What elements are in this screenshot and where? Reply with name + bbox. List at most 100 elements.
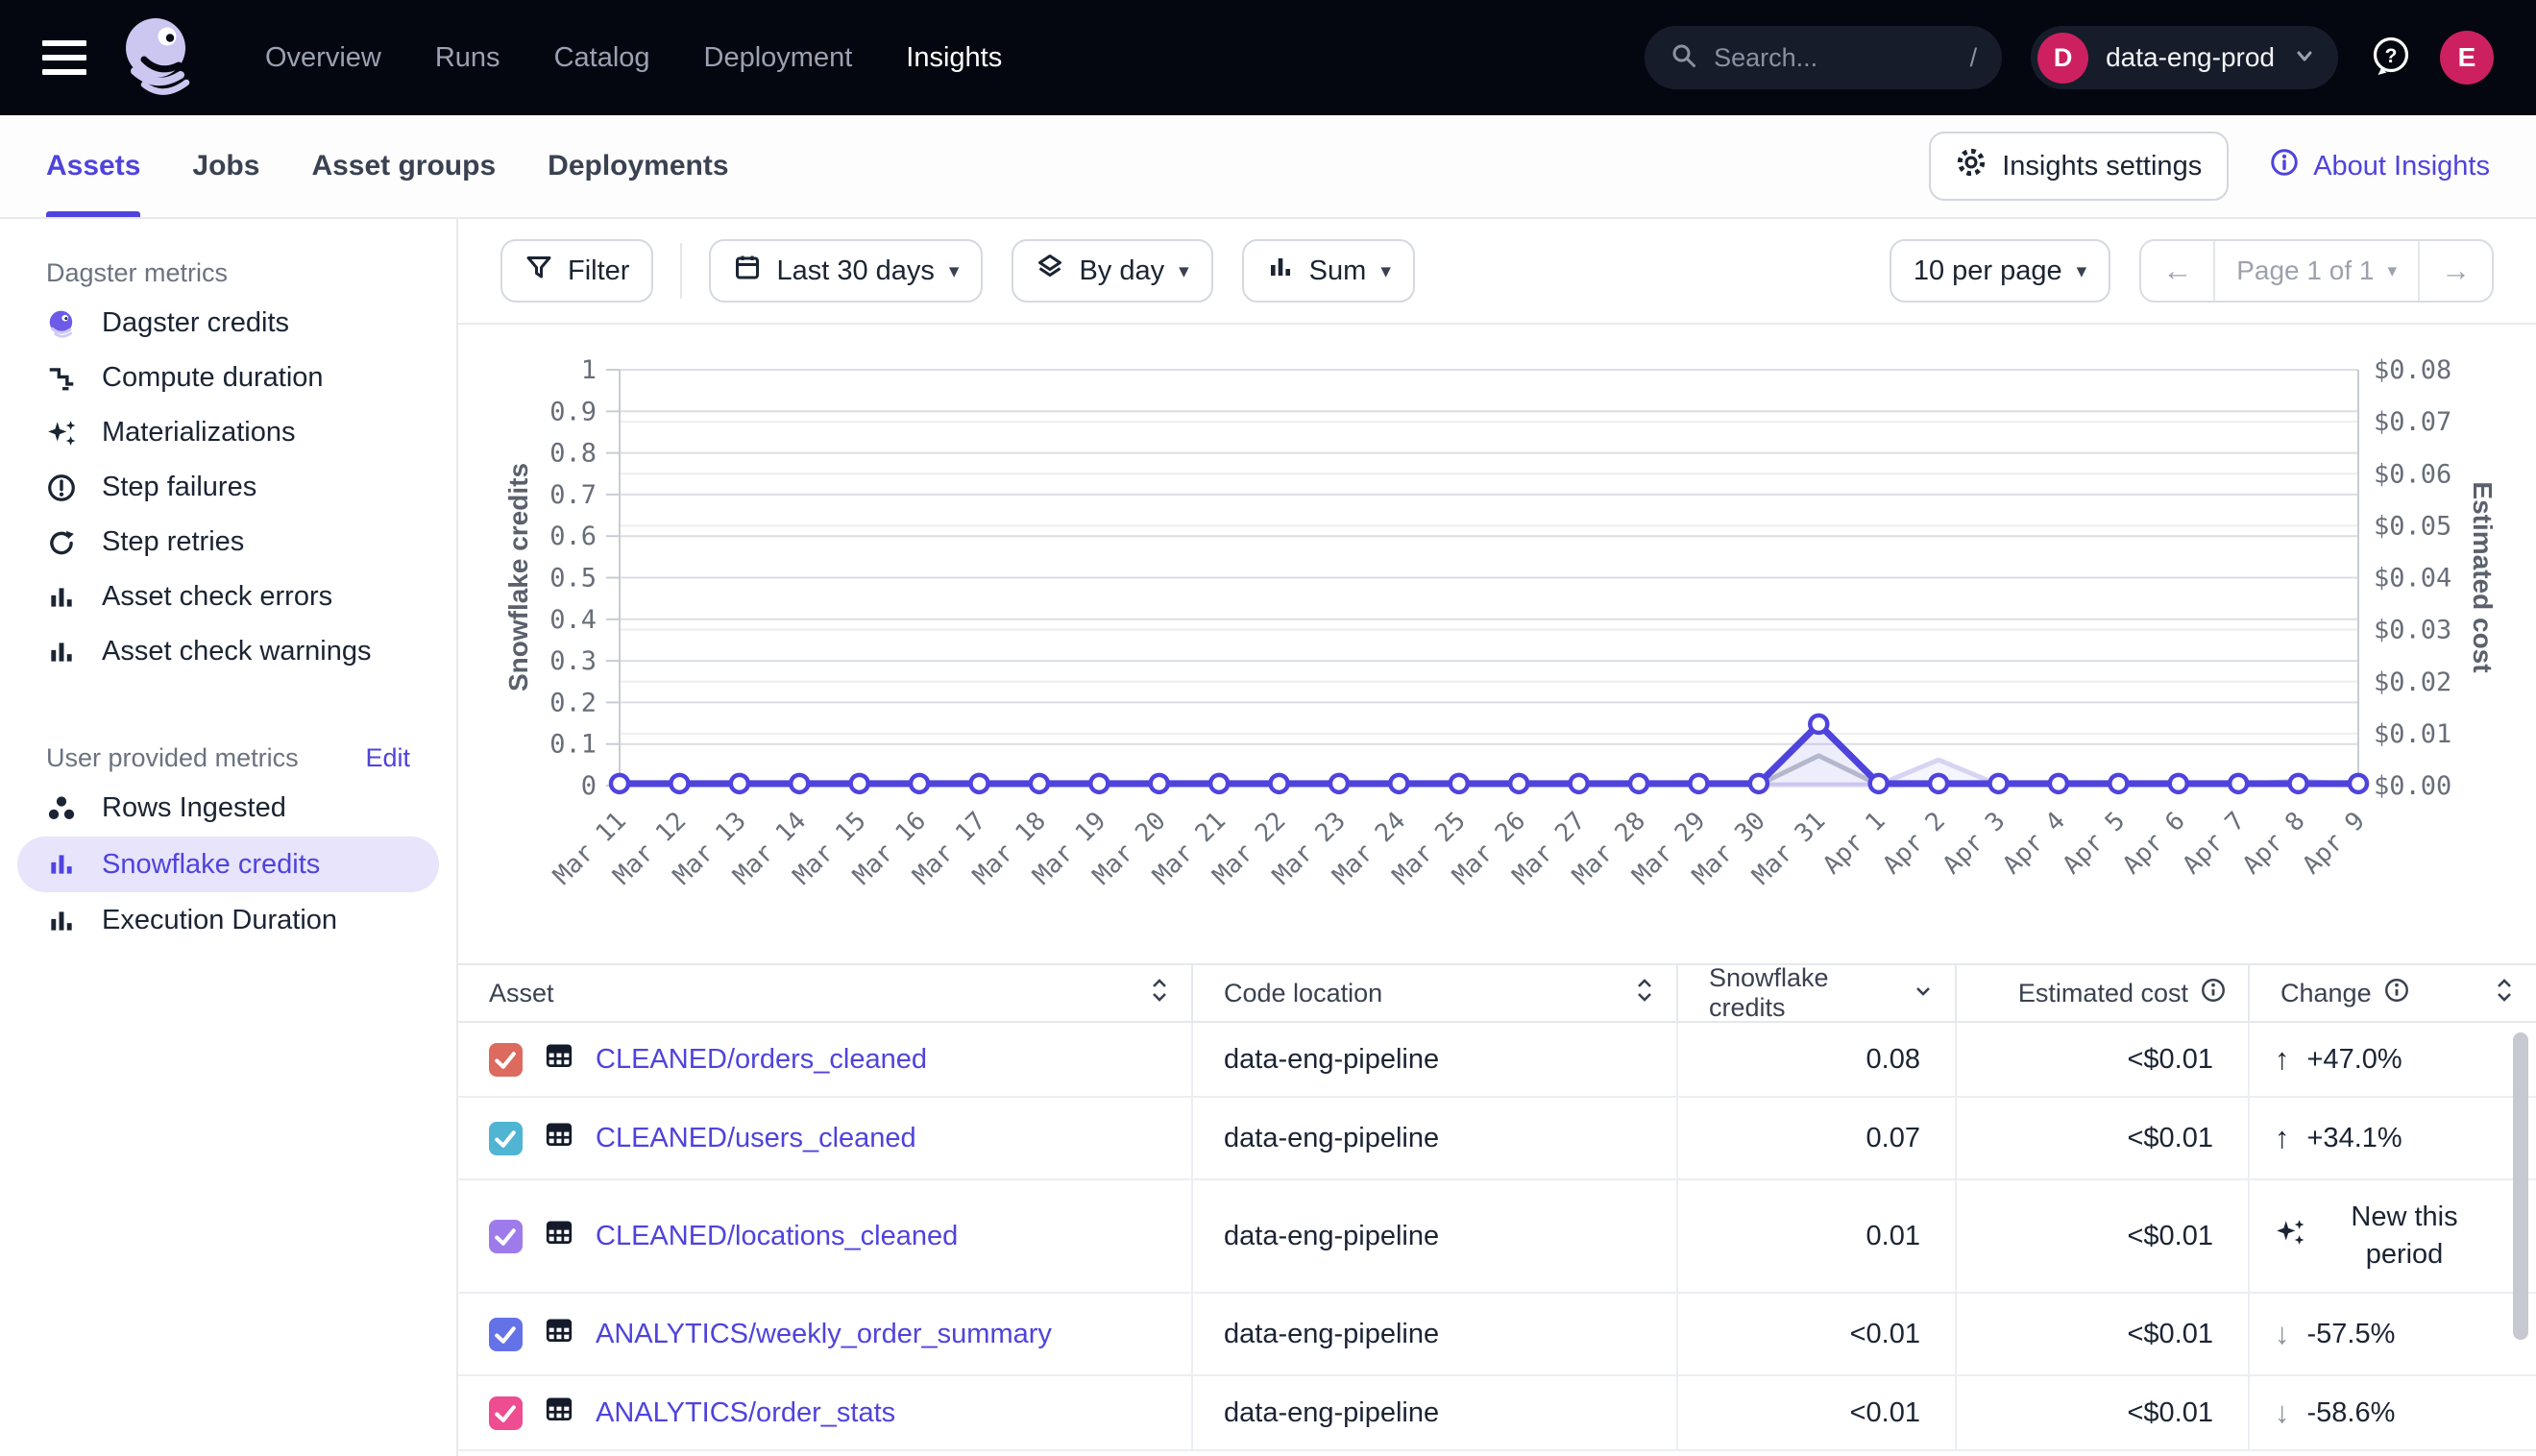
org-switcher[interactable]: D data-eng-prod (2031, 26, 2338, 89)
about-insights-link[interactable]: About Insights (2269, 147, 2490, 185)
sidebar-item-rows-ingested[interactable]: Rows Ingested (0, 781, 456, 836)
sidebar-item-step-retries[interactable]: Step retries (0, 515, 456, 570)
search-icon (1670, 41, 1698, 75)
org-avatar: D (2037, 33, 2088, 84)
sort-icon[interactable] (1634, 976, 1655, 1011)
search-input[interactable]: Search... / (1645, 26, 2002, 89)
sidebar-item-step-failures[interactable]: Step failures (0, 460, 456, 515)
user-avatar[interactable]: E (2440, 31, 2494, 85)
cost-cell: <$0.01 (1955, 1023, 2248, 1096)
change-value: -58.6% (2307, 1397, 2396, 1429)
credits-chart[interactable]: 10.90.80.70.60.50.40.30.20.10$0.08$0.07$… (458, 325, 2536, 963)
chevron-down-icon: ▾ (1179, 259, 1189, 283)
sidebar-item-compute-duration[interactable]: Compute duration (0, 351, 456, 405)
edit-metrics-link[interactable]: Edit (365, 743, 410, 773)
org-name: data-eng-prod (2106, 42, 2275, 73)
dagster-logo-icon[interactable] (115, 10, 207, 107)
asset-link[interactable]: CLEANED/users_cleaned (596, 1123, 916, 1154)
tab-asset-groups[interactable]: Asset groups (311, 115, 496, 217)
prev-page-button[interactable]: ← (2141, 241, 2213, 301)
date-range-dropdown[interactable]: Last 30 days ▾ (709, 239, 983, 303)
sidebar-item-execution-duration[interactable]: Execution Duration (0, 893, 456, 948)
chevron-down-icon (2292, 43, 2317, 73)
insights-settings-button[interactable]: Insights settings (1929, 132, 2229, 201)
chevron-down-icon: ▾ (949, 259, 960, 283)
asset-link[interactable]: CLEANED/locations_cleaned (596, 1221, 958, 1252)
info-icon[interactable] (2200, 977, 2227, 1010)
svg-text:$0.08: $0.08 (2374, 355, 2451, 385)
cost-cell: <$0.01 (1955, 1294, 2248, 1374)
page-indicator-dropdown[interactable]: Page 1 of 1 ▾ (2213, 241, 2418, 301)
tab-assets[interactable]: Assets (46, 115, 140, 217)
info-icon[interactable] (2383, 977, 2410, 1010)
row-checkbox[interactable] (489, 1220, 523, 1253)
row-checkbox[interactable] (489, 1122, 523, 1155)
svg-text:Apr 1: Apr 1 (1817, 807, 1891, 881)
svg-text:0.8: 0.8 (549, 439, 597, 469)
tab-jobs[interactable]: Jobs (192, 115, 259, 217)
help-icon[interactable]: ? (2369, 34, 2413, 83)
code-location-cell: data-eng-pipeline (1191, 1294, 1676, 1374)
alert-circle-icon (46, 473, 77, 503)
asset-link[interactable]: ANALYTICS/order_stats (596, 1397, 895, 1429)
gear-icon (1956, 147, 1987, 185)
credits-cell: <0.01 (1676, 1376, 1955, 1449)
chevron-down-icon[interactable] (1913, 979, 1934, 1008)
sidebar-item-asset-check-warnings[interactable]: Asset check warnings (0, 624, 456, 679)
filter-button[interactable]: Filter (500, 239, 653, 303)
table-row: ANALYTICS/weekly_order_summary data-eng-p… (458, 1294, 2536, 1376)
asset-cell: ANALYTICS/order_stats (458, 1376, 1191, 1449)
column-header-cost: Estimated cost (1955, 965, 2248, 1021)
svg-text:$0.00: $0.00 (2374, 771, 2451, 801)
main-panel: Filter Last 30 days ▾ (458, 219, 2536, 1456)
group-by-dropdown[interactable]: By day ▾ (1012, 239, 1212, 303)
hamburger-menu-icon[interactable] (42, 40, 86, 75)
svg-text:$0.02: $0.02 (2374, 667, 2451, 697)
per-page-dropdown[interactable]: 10 per page ▾ (1890, 239, 2110, 303)
tab-deployments[interactable]: Deployments (548, 115, 728, 217)
row-checkbox[interactable] (489, 1043, 523, 1077)
column-header-asset: Asset (458, 965, 1191, 1021)
table-asset-icon (544, 1119, 574, 1157)
asset-cell: CLEANED/locations_cleaned (458, 1180, 1191, 1292)
nav-link-catalog[interactable]: Catalog (554, 42, 650, 74)
nav-link-overview[interactable]: Overview (265, 42, 381, 74)
sidebar-item-asset-check-errors[interactable]: Asset check errors (0, 570, 456, 624)
row-checkbox[interactable] (489, 1396, 523, 1430)
dagster-octopus-icon (46, 308, 77, 339)
credits-cell: <0.01 (1676, 1294, 1955, 1374)
nav-links: Overview Runs Catalog Deployment Insight… (265, 42, 1002, 74)
sort-icon[interactable] (1149, 976, 1170, 1011)
search-shortcut-hint: / (1970, 43, 1978, 73)
chevron-down-icon: ▾ (2387, 260, 2397, 282)
sidebar-item-materializations[interactable]: Materializations (0, 405, 456, 460)
cost-cell: <$0.01 (1955, 1098, 2248, 1178)
scrollbar-thumb[interactable] (2513, 1032, 2528, 1340)
aggregate-dropdown[interactable]: Sum ▾ (1242, 239, 1415, 303)
svg-text:0.5: 0.5 (549, 564, 597, 594)
next-page-button[interactable]: → (2418, 241, 2492, 301)
nav-link-deployment[interactable]: Deployment (704, 42, 853, 74)
arrow-down-icon: ↓ (2275, 1395, 2290, 1430)
asset-link[interactable]: ANALYTICS/weekly_order_summary (596, 1319, 1052, 1350)
nav-link-insights[interactable]: Insights (906, 42, 1002, 74)
table-row: CLEANED/locations_cleaneddata-eng-pipeli… (458, 1180, 2536, 1294)
duration-icon (46, 363, 77, 394)
cost-cell: <$0.01 (1955, 1376, 2248, 1449)
nav-link-runs[interactable]: Runs (435, 42, 500, 74)
filter-label: Filter (568, 255, 629, 287)
per-page-label: 10 per page (1914, 255, 2062, 287)
page: Overview Runs Catalog Deployment Insight… (0, 0, 2536, 1456)
asset-cell: CLEANED/orders_cleaned (458, 1023, 1191, 1096)
sidebar-item-dagster-credits[interactable]: Dagster credits (0, 296, 456, 351)
row-checkbox[interactable] (489, 1318, 523, 1351)
sidebar-item-snowflake-credits[interactable]: Snowflake credits (17, 837, 439, 892)
table-asset-icon (544, 1217, 574, 1255)
change-value: +47.0% (2307, 1044, 2402, 1076)
asset-link[interactable]: CLEANED/orders_cleaned (596, 1044, 927, 1076)
dots-icon (46, 793, 77, 824)
sort-icon[interactable] (2494, 976, 2515, 1011)
date-range-label: Last 30 days (776, 255, 934, 287)
top-nav: Overview Runs Catalog Deployment Insight… (0, 0, 2536, 115)
bar-chart-icon (46, 849, 77, 880)
